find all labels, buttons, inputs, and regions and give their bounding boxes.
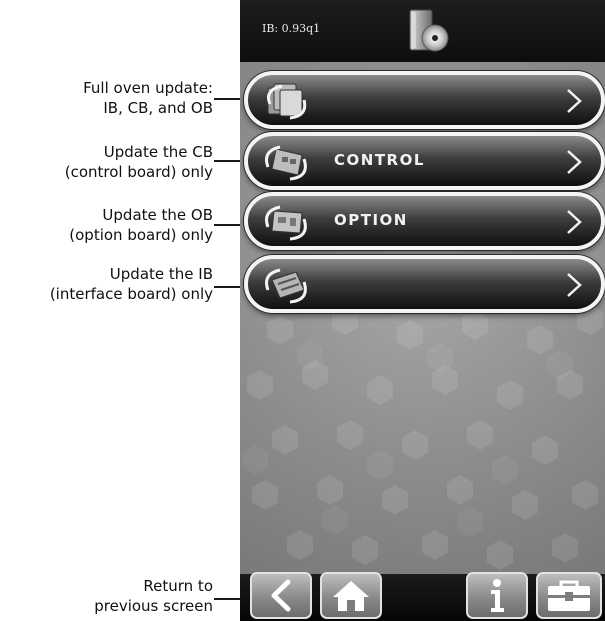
callout-return-previous-line2: previous screen <box>94 597 213 615</box>
home-icon <box>333 581 369 611</box>
chevron-right-icon <box>567 89 582 113</box>
update-control-board-button[interactable]: CONTROL <box>244 132 605 190</box>
callout-full-update: Full oven update: IB, CB, and OB <box>83 78 213 118</box>
callout-update-ib-line2: (interface board) only <box>49 285 213 303</box>
info-icon <box>491 579 504 612</box>
device-screen: IB: 0.93q1 CONTROL OPTION <box>240 0 605 621</box>
callout-return-previous-line1: Return to <box>143 577 213 595</box>
control-board-icon <box>265 145 307 181</box>
info-button[interactable] <box>466 572 528 619</box>
full-oven-update-button[interactable] <box>244 71 605 129</box>
callout-update-ob-line2: (option board) only <box>69 226 213 244</box>
callout-update-ib-line1: Update the IB <box>109 265 213 283</box>
callout-update-cb: Update the CB (control board) only <box>65 142 213 182</box>
callout-update-ib: Update the IB (interface board) only <box>50 264 213 304</box>
chevron-right-icon <box>567 210 582 234</box>
callout-update-cb-line2: (control board) only <box>64 163 213 181</box>
full-oven-boards-icon <box>267 83 307 120</box>
update-interface-board-button[interactable] <box>244 255 605 313</box>
home-button[interactable] <box>320 572 382 619</box>
toolbox-button[interactable] <box>536 572 602 619</box>
option-label: OPTION <box>334 211 408 229</box>
callout-full-update-line2: IB, CB, and OB <box>103 99 213 117</box>
toolbox-icon <box>548 580 590 611</box>
callout-update-ob-line1: Update the OB <box>102 206 213 224</box>
interface-board-icon <box>265 268 307 304</box>
control-label: CONTROL <box>334 151 425 169</box>
callout-update-ob: Update the OB (option board) only <box>69 205 213 245</box>
chevron-right-icon <box>567 273 582 297</box>
callout-full-update-line1: Full oven update: <box>83 79 213 97</box>
software-disc-icon <box>409 9 449 52</box>
callout-return-previous: Return to previous screen <box>94 576 213 616</box>
update-option-board-button[interactable]: OPTION <box>244 192 605 250</box>
top-bar: IB: 0.93q1 <box>240 0 605 62</box>
back-button[interactable] <box>250 572 312 619</box>
chevron-right-icon <box>567 150 582 174</box>
back-arrow-icon <box>271 579 291 612</box>
option-board-icon <box>265 205 307 241</box>
firmware-version-label: IB: 0.93q1 <box>262 22 321 35</box>
callout-update-cb-line1: Update the CB <box>103 143 213 161</box>
